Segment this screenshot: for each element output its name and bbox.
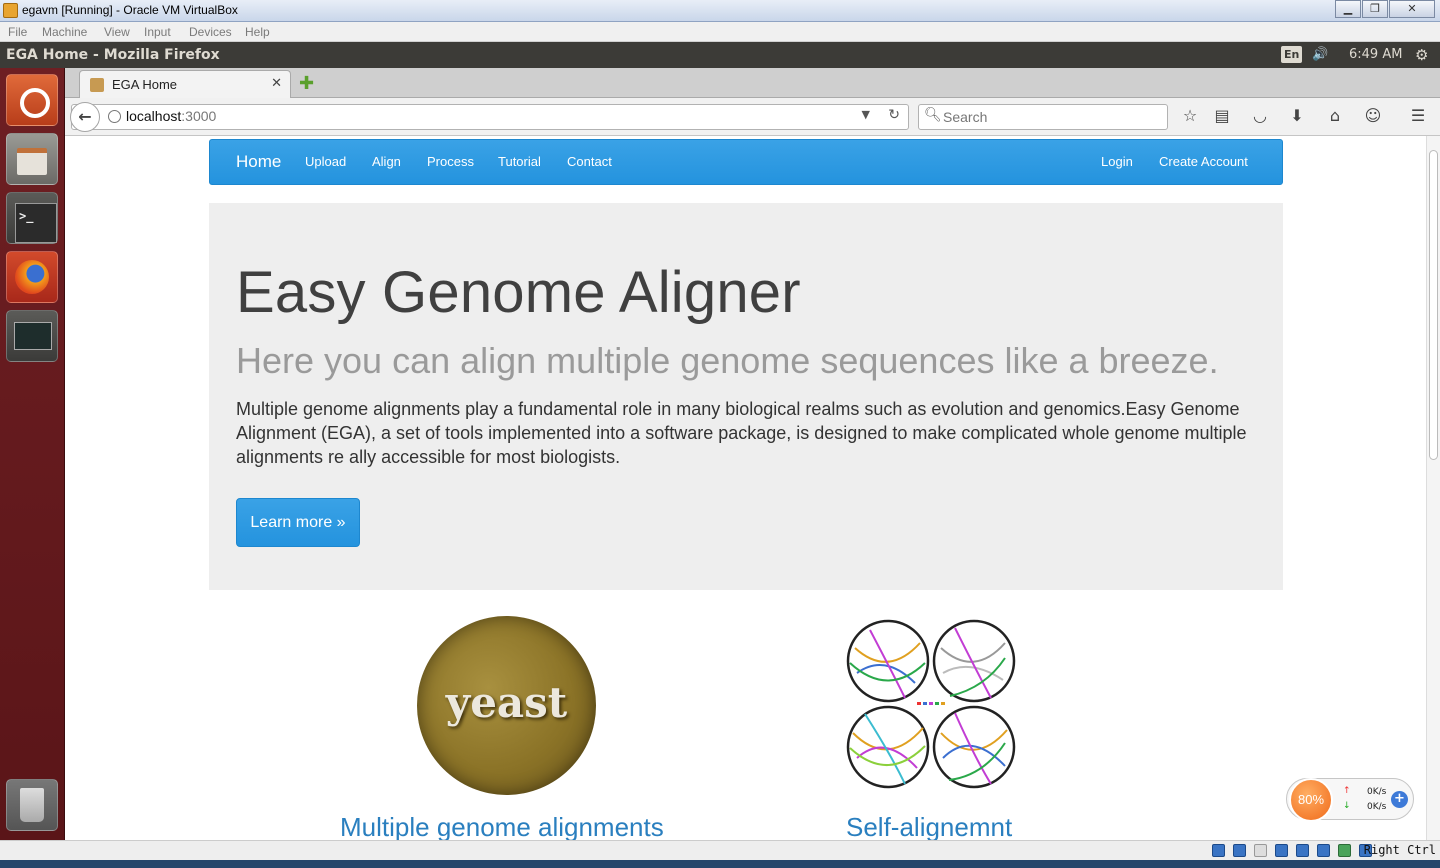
back-arrow-icon[interactable]: ← [70,102,100,132]
nav-create-account[interactable]: Create Account [1159,154,1248,169]
maximize-button[interactable]: ❐ [1362,0,1388,18]
volume-icon[interactable]: 🔊 [1312,47,1328,62]
home-icon[interactable]: ⌂ [1324,105,1346,127]
upload-arrow-icon: ↑ [1343,786,1351,796]
url-dropdown-icon[interactable]: ▼ [862,108,870,121]
url-port: :3000 [181,108,217,124]
nav-process[interactable]: Process [427,154,474,169]
nav-align[interactable]: Align [372,154,401,169]
menu-input[interactable]: Input [144,25,171,39]
yeast-image-text: yeast [445,678,568,727]
nav-contact[interactable]: Contact [567,154,612,169]
minimize-button[interactable]: ▁ [1335,0,1361,18]
caption-self-alignment[interactable]: Self-alignemnt [846,812,1012,840]
virtualbox-app-icon [3,3,18,18]
site-navbar: Home Upload Align Process Tutorial Conta… [209,139,1283,185]
menu-file[interactable]: File [8,25,27,39]
active-window-title: EGA Home - Mozilla Firefox [6,47,220,63]
virtualbox-menubar: File Machine View Input Devices Help [0,22,1440,42]
new-tab-icon[interactable]: ✚ [299,73,314,94]
optical-status-icon[interactable] [1233,844,1246,857]
search-placeholder: Search [943,109,988,125]
display-status-icon[interactable] [1296,844,1309,857]
hdd-status-icon[interactable] [1212,844,1225,857]
page-title: Easy Genome Aligner [236,260,801,325]
menu-devices[interactable]: Devices [189,25,232,39]
ubuntu-dash-icon[interactable] [6,74,58,126]
chat-icon[interactable]: ☺ [1362,105,1384,127]
nav-login[interactable]: Login [1101,154,1133,169]
jumbotron: Easy Genome Aligner Here you can align m… [209,203,1283,590]
settings-gear-icon[interactable]: ⚙ [1415,46,1428,64]
hamburger-menu-icon[interactable]: ☰ [1407,105,1429,127]
virtualbox-window-title: egavm [Running] - Oracle VM VirtualBox [22,3,238,17]
reload-icon[interactable]: ↻ [888,107,900,123]
firefox-icon[interactable] [6,251,58,303]
download-arrow-icon: ↓ [1343,801,1351,811]
menu-view[interactable]: View [104,25,130,39]
boost-plus-icon[interactable]: + [1391,791,1408,808]
terminal-icon[interactable] [6,192,58,244]
close-button[interactable]: ✕ [1389,0,1435,18]
url-host: localhost [126,108,182,124]
nav-upload[interactable]: Upload [305,154,346,169]
pocket-icon[interactable]: ◡ [1249,105,1271,127]
keyboard-indicator[interactable]: En [1281,46,1303,63]
menu-machine[interactable]: Machine [42,25,87,39]
download-speed: 0K/s [1367,802,1387,812]
files-icon[interactable] [6,133,58,185]
menu-help[interactable]: Help [245,25,270,39]
intro-paragraph: Multiple genome alignments play a fundam… [236,399,1247,467]
tab-ega-home[interactable]: EGA Home ✕ [79,70,291,98]
network-speed-widget[interactable]: 80% ↑ 0K/s ↓ 0K/s + [1286,778,1414,822]
unity-launcher [0,68,65,840]
web-page: Home Upload Align Process Tutorial Conta… [65,136,1426,840]
ubuntu-top-panel: EGA Home - Mozilla Firefox En 🔊 6:49 AM … [0,43,1440,68]
host-key-label: Right Ctrl [1363,843,1436,857]
reading-list-icon[interactable]: ▤ [1211,105,1233,127]
caption-multiple-alignments[interactable]: Multiple genome alignments [340,812,664,840]
favicon-icon [90,78,104,92]
recording-status-icon[interactable] [1338,844,1351,857]
shared-folder-status-icon[interactable] [1275,844,1288,857]
network-status-icon[interactable] [1317,844,1330,857]
search-icon: 🔍︎ [924,107,942,123]
usb-status-icon[interactable] [1254,844,1267,857]
nav-home[interactable]: Home [236,152,281,172]
scrollbar-thumb[interactable] [1429,150,1438,460]
virtualbox-titlebar: egavm [Running] - Oracle VM VirtualBox ▁… [0,0,1440,22]
url-bar[interactable]: ← localhost:3000 ▼ ↻ [70,102,909,132]
host-taskbar [0,860,1440,868]
yeast-image[interactable]: yeast [417,616,596,795]
memory-percent-badge: 80% [1289,778,1333,822]
nav-tutorial[interactable]: Tutorial [498,154,541,169]
page-scrollbar[interactable] [1426,136,1440,840]
system-monitor-icon[interactable] [6,310,58,362]
downloads-icon[interactable]: ⬇ [1286,105,1308,127]
tab-label: EGA Home [112,77,178,92]
browser-navbar: ← localhost:3000 ▼ ↻ 🔍︎ Search ☆ ▤ ◡ ⬇ ⌂… [65,98,1440,136]
page-subtitle: Here you can align multiple genome seque… [236,340,1219,381]
trash-icon[interactable] [6,779,58,831]
circos-plot-image[interactable] [845,618,1017,790]
search-box[interactable]: 🔍︎ Search [918,104,1168,130]
bookmark-star-icon[interactable]: ☆ [1179,105,1201,127]
site-info-icon[interactable] [108,110,121,123]
virtualbox-statusbar: Right Ctrl [0,840,1440,860]
url-text[interactable]: localhost:3000 [126,108,216,124]
learn-more-button[interactable]: Learn more » [236,498,360,547]
upload-speed: 0K/s [1367,787,1387,797]
clock[interactable]: 6:49 AM [1349,47,1402,62]
browser-tabbar: EGA Home ✕ ✚ [65,68,1440,98]
close-tab-icon[interactable]: ✕ [271,76,282,91]
